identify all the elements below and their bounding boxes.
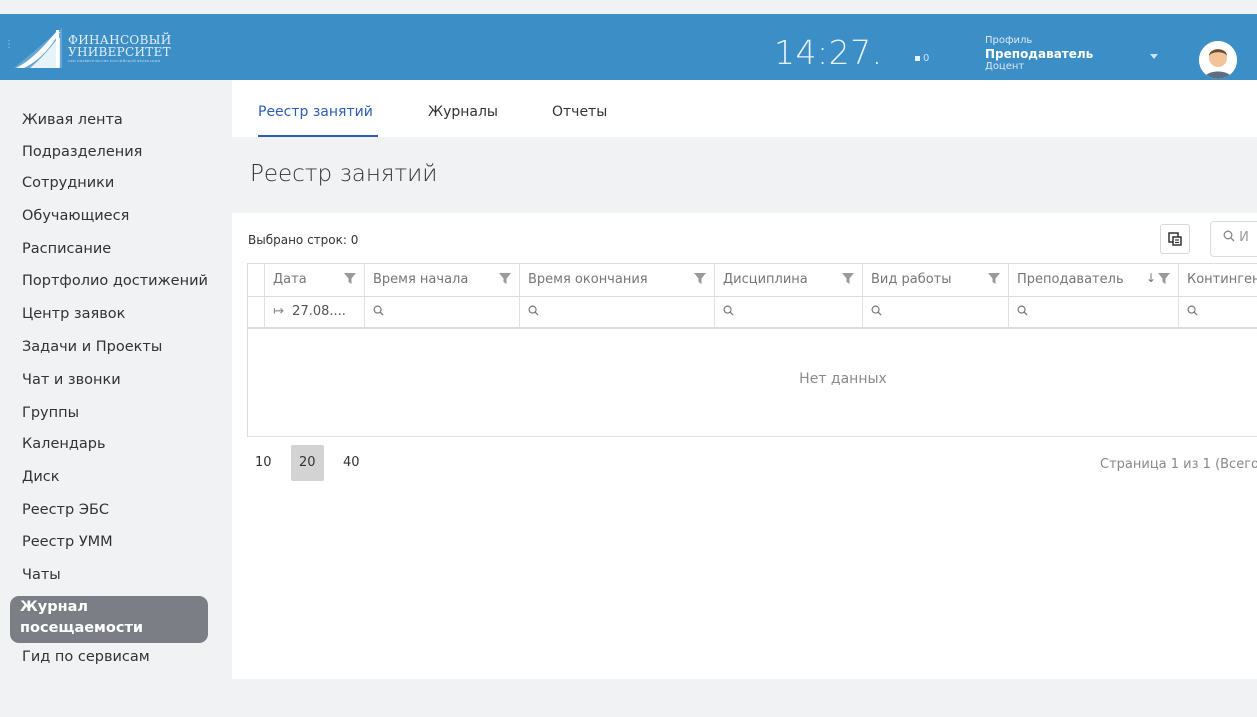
tab-journals[interactable]: Журналы <box>428 104 498 120</box>
tab-bar: Реестр занятий Журналы Отчеты <box>232 80 1257 137</box>
profile-role: Преподаватель <box>985 47 1094 61</box>
flag-icon <box>915 56 920 61</box>
sidebar-item-employees[interactable]: Сотрудники <box>22 175 114 191</box>
teacher-filter-input[interactable] <box>1008 297 1178 327</box>
data-grid: Дата Время начала Время окончания Дисцип… <box>247 263 1257 437</box>
sidebar-item-schedule[interactable]: Расписание <box>22 241 111 257</box>
filter-icon[interactable] <box>499 273 511 285</box>
sidebar-item-chats[interactable]: Чаты <box>22 567 61 583</box>
sidebar-item-tasks[interactable]: Задачи и Проекты <box>22 339 162 355</box>
selected-rows-label: Выбрано строк: 0 <box>248 233 359 247</box>
page-header: Реестр занятий <box>232 137 1257 213</box>
logo-line2: УНИВЕРСИТЕТ <box>68 44 171 59</box>
end-time-filter-input[interactable] <box>519 297 714 327</box>
search-icon <box>1017 305 1028 316</box>
filter-icon[interactable] <box>1158 273 1170 285</box>
no-data-message: Нет данных <box>799 371 887 387</box>
notifications-count: 0 <box>923 53 930 64</box>
logo-line3: ПРИ ПРАВИТЕЛЬСТВЕ РОССИЙСКОЙ ФЕДЕРАЦИИ <box>68 58 161 63</box>
column-chooser-icon <box>1168 232 1182 246</box>
column-header-teacher[interactable]: Преподаватель ↓ <box>1008 264 1178 296</box>
column-header-work-type[interactable]: Вид работы <box>862 264 1008 296</box>
work-type-filter-input[interactable] <box>862 297 1008 327</box>
sidebar-item-attendance[interactable]: Журнал посещаемости <box>10 596 208 643</box>
profile-position: Доцент <box>985 61 1025 73</box>
logo-emblem-icon <box>14 28 62 68</box>
sidebar-item-live-feed[interactable]: Живая лента <box>22 112 123 128</box>
date-range-filter[interactable]: ↦ 27.08.... <box>264 297 364 327</box>
university-logo[interactable]: ⋮ ФИНАНСОВЫЙ УНИВЕРСИТЕТ ПРИ ПРАВИТЕЛЬСТ… <box>4 24 172 72</box>
sidebar-item-portfolio[interactable]: Портфолио достижений <box>22 273 208 289</box>
search-icon <box>723 305 734 316</box>
column-header-discipline[interactable]: Дисциплина <box>714 264 862 296</box>
top-bar: ⋮ ФИНАНСОВЫЙ УНИВЕРСИТЕТ ПРИ ПРАВИТЕЛЬСТ… <box>0 14 1257 80</box>
logo-text: ФИНАНСОВЫЙ УНИВЕРСИТЕТ ПРИ ПРАВИТЕЛЬСТВЕ… <box>68 34 172 63</box>
tab-registry[interactable]: Реестр занятий <box>258 104 373 120</box>
column-header-end-time[interactable]: Время окончания <box>519 264 714 296</box>
profile-menu[interactable]: Профиль Преподаватель Доцент <box>985 35 1093 73</box>
sidebar-item-umm[interactable]: Реестр УММ <box>22 534 113 550</box>
clock: 14:27. <box>774 33 883 72</box>
sort-down-icon[interactable]: ↓ <box>1146 271 1156 285</box>
column-header-start-time[interactable]: Время начала <box>364 264 519 296</box>
page-size-20[interactable]: 20 <box>291 445 324 481</box>
grid-header-row: Дата Время начала Время окончания Дисцип… <box>248 264 1257 297</box>
contingent-filter-input[interactable] <box>1178 297 1257 327</box>
filter-icon[interactable] <box>988 273 1000 285</box>
tab-reports[interactable]: Отчеты <box>552 104 607 120</box>
discipline-filter-input[interactable] <box>714 297 862 327</box>
column-header-contingent[interactable]: Контингент <box>1178 264 1257 296</box>
filter-icon[interactable] <box>842 273 854 285</box>
profile-label: Профиль <box>985 35 1033 46</box>
sidebar-item-disk[interactable]: Диск <box>22 469 59 485</box>
filter-icon[interactable] <box>694 273 706 285</box>
range-icon: ↦ <box>273 304 284 319</box>
column-header-date[interactable]: Дата <box>264 264 364 296</box>
notifications[interactable]: 0 <box>915 53 929 64</box>
sidebar-item-groups[interactable]: Группы <box>22 405 79 421</box>
chevron-down-icon[interactable] <box>1150 54 1158 59</box>
search-icon <box>871 305 882 316</box>
avatar[interactable] <box>1199 41 1237 79</box>
search-input[interactable]: И <box>1210 221 1257 257</box>
pager-info: Страница 1 из 1 (Всего з <box>1100 457 1257 472</box>
menu-icon[interactable]: ⋮ <box>4 39 14 50</box>
sidebar-item-services-guide[interactable]: Гид по сервисам <box>22 649 150 665</box>
user-avatar-icon <box>1199 41 1237 79</box>
filter-icon[interactable] <box>344 273 356 285</box>
search-icon <box>1187 305 1198 316</box>
search-icon <box>528 305 539 316</box>
sidebar-item-departments[interactable]: Подразделения <box>22 144 142 160</box>
search-placeholder: И <box>1239 230 1249 245</box>
start-time-filter-input[interactable] <box>364 297 519 327</box>
page-title: Реестр занятий <box>250 161 438 187</box>
grid-filter-row: ↦ 27.08.... <box>248 297 1257 329</box>
search-icon <box>373 305 384 316</box>
sidebar-item-ebs[interactable]: Реестр ЭБС <box>22 502 109 518</box>
sidebar-item-requests[interactable]: Центр заявок <box>22 306 125 322</box>
page-size-40[interactable]: 40 <box>335 445 368 481</box>
sidebar-item-calendar[interactable]: Календарь <box>22 436 106 452</box>
search-icon <box>1223 230 1235 242</box>
column-chooser-button[interactable] <box>1160 224 1190 254</box>
date-filter-value: 27.08.... <box>292 304 346 319</box>
page-size-10[interactable]: 10 <box>247 445 280 481</box>
main-content: Реестр занятий Журналы Отчеты Реестр зан… <box>232 80 1257 679</box>
sidebar-item-chat-calls[interactable]: Чат и звонки <box>22 372 121 388</box>
logo-line1: ФИНАНСОВЫЙ <box>68 32 172 47</box>
sidebar-item-students[interactable]: Обучающиеся <box>22 208 129 224</box>
